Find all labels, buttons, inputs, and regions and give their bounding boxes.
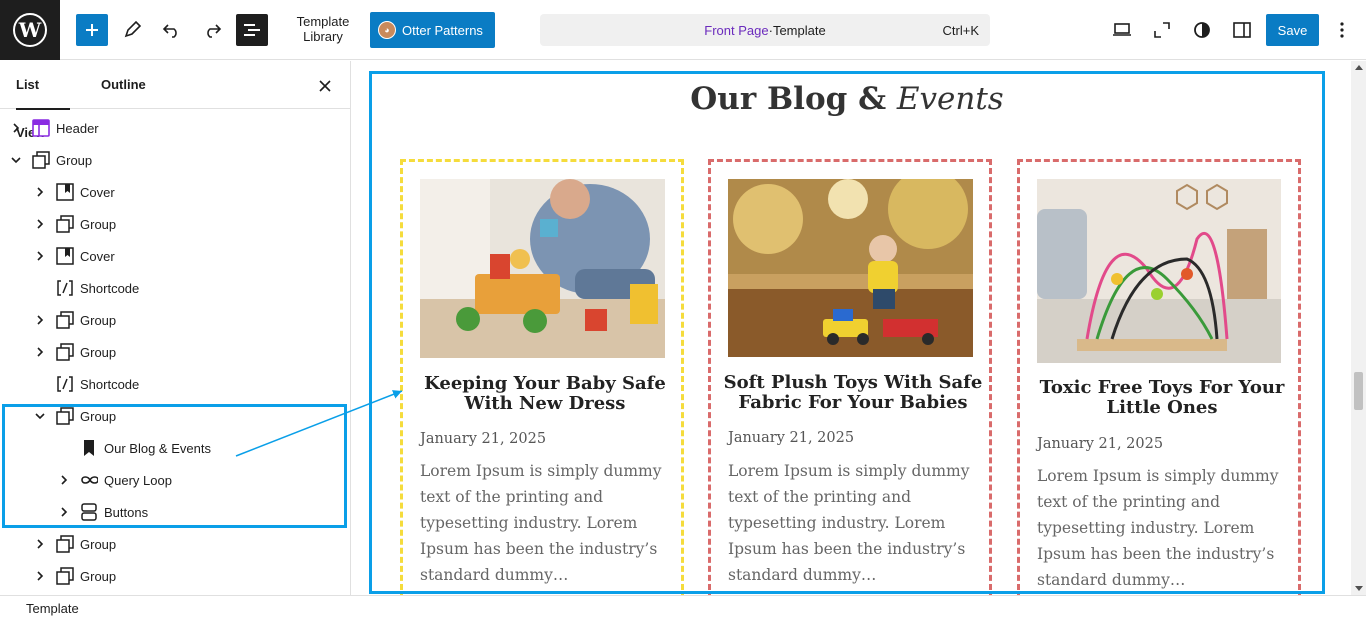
status-bar: Template bbox=[0, 595, 1366, 620]
group-icon bbox=[56, 343, 74, 361]
tree-item-shortcode[interactable]: Shortcode bbox=[0, 368, 350, 400]
styles-icon[interactable] bbox=[1186, 14, 1218, 46]
chevron-right-icon[interactable] bbox=[34, 218, 46, 230]
selected-block-frame bbox=[369, 71, 1325, 594]
tree-item-label: Shortcode bbox=[80, 377, 140, 392]
pencil-icon[interactable] bbox=[116, 14, 148, 46]
panel-tabs: List View Outline bbox=[0, 61, 350, 140]
breadcrumb-template[interactable]: Template bbox=[26, 601, 79, 616]
add-block-button[interactable] bbox=[76, 14, 108, 46]
document-type: Template bbox=[772, 22, 826, 38]
chevron-right-icon[interactable] bbox=[10, 122, 22, 134]
svg-text:W: W bbox=[18, 18, 42, 42]
tree-item-label: Cover bbox=[80, 185, 115, 200]
tree-item-label: Group bbox=[80, 569, 117, 584]
shortcode-icon bbox=[56, 279, 74, 297]
scroll-up-icon[interactable] bbox=[1355, 65, 1363, 70]
chevron-down-icon[interactable] bbox=[10, 154, 22, 166]
otter-avatar-icon: ◕ bbox=[378, 21, 396, 39]
chevron-right-icon[interactable] bbox=[34, 314, 46, 326]
settings-sidebar-icon[interactable] bbox=[1226, 14, 1258, 46]
tab-outline[interactable]: Outline bbox=[101, 61, 146, 109]
template-library-button[interactable]: Template Library bbox=[288, 14, 358, 44]
chevron-right-icon[interactable] bbox=[34, 186, 46, 198]
desktop-view-icon[interactable] bbox=[1106, 14, 1138, 46]
template-library-line2: Library bbox=[303, 29, 343, 44]
close-icon[interactable] bbox=[314, 75, 336, 97]
tree-item-cover[interactable]: Cover bbox=[0, 240, 350, 272]
command-shortcut: Ctrl+K bbox=[942, 23, 979, 38]
wordpress-logo-icon[interactable]: W bbox=[0, 0, 60, 60]
chevron-right-icon[interactable] bbox=[34, 538, 46, 550]
otter-patterns-label: Otter Patterns bbox=[402, 22, 483, 38]
scroll-down-icon[interactable] bbox=[1355, 586, 1363, 591]
chevron-right-icon[interactable] bbox=[34, 346, 46, 358]
undo-icon[interactable] bbox=[156, 14, 188, 46]
group-icon bbox=[56, 311, 74, 329]
tree-item-group[interactable]: Group bbox=[0, 208, 350, 240]
tree-item-label: Group bbox=[80, 537, 117, 552]
template-library-line1: Template bbox=[296, 14, 350, 29]
tree-item-header[interactable]: Header bbox=[0, 112, 350, 144]
chevron-right-icon[interactable] bbox=[34, 570, 46, 582]
group-icon bbox=[56, 567, 74, 585]
scrollbar-thumb[interactable] bbox=[1354, 372, 1363, 410]
more-options-icon[interactable] bbox=[1326, 14, 1358, 46]
tree-item-group[interactable]: Group bbox=[0, 144, 350, 176]
header-icon bbox=[32, 119, 50, 137]
tree-item-shortcode[interactable]: Shortcode bbox=[0, 272, 350, 304]
tree-item-label: Group bbox=[80, 345, 117, 360]
tree-item-label: Shortcode bbox=[80, 281, 140, 296]
editor-canvas[interactable]: Our Blog & Events Keeping Your Baby Safe… bbox=[351, 61, 1351, 595]
highlight-box bbox=[2, 404, 347, 528]
list-view-panel: List View Outline Header Group Cover Group C… bbox=[0, 61, 351, 595]
fullscreen-icon[interactable] bbox=[1146, 14, 1178, 46]
tree-item-label: Group bbox=[80, 313, 117, 328]
group-icon bbox=[32, 151, 50, 169]
chevron-right-icon[interactable] bbox=[34, 250, 46, 262]
tree-item-label: Group bbox=[56, 153, 93, 168]
list-view-icon[interactable] bbox=[236, 14, 268, 46]
group-icon bbox=[56, 535, 74, 553]
tree-item-label: Cover bbox=[80, 249, 115, 264]
tree-item-group[interactable]: Group bbox=[0, 304, 350, 336]
tree-item-label: Header bbox=[56, 121, 99, 136]
otter-patterns-button[interactable]: ◕ Otter Patterns bbox=[370, 12, 495, 48]
group-icon bbox=[56, 215, 74, 233]
redo-icon[interactable] bbox=[196, 14, 228, 46]
tree-item-cover[interactable]: Cover bbox=[0, 176, 350, 208]
tree-item-group[interactable]: Group bbox=[0, 528, 350, 560]
tree-item-group[interactable]: Group bbox=[0, 560, 350, 592]
canvas-scrollbar[interactable] bbox=[1351, 61, 1366, 595]
tab-list-view[interactable]: List View bbox=[16, 61, 70, 140]
save-button[interactable]: Save bbox=[1266, 14, 1319, 46]
tree-item-group[interactable]: Group bbox=[0, 336, 350, 368]
tree-item-label: Group bbox=[80, 217, 117, 232]
command-palette-bar[interactable]: Front Page · Template Ctrl+K bbox=[540, 14, 990, 46]
cover-icon bbox=[56, 183, 74, 201]
shortcode-icon bbox=[56, 375, 74, 393]
document-title-link[interactable]: Front Page bbox=[704, 23, 768, 38]
top-toolbar: W Template Library ◕ Otter Patterns Fron… bbox=[0, 0, 1366, 60]
cover-icon bbox=[56, 247, 74, 265]
